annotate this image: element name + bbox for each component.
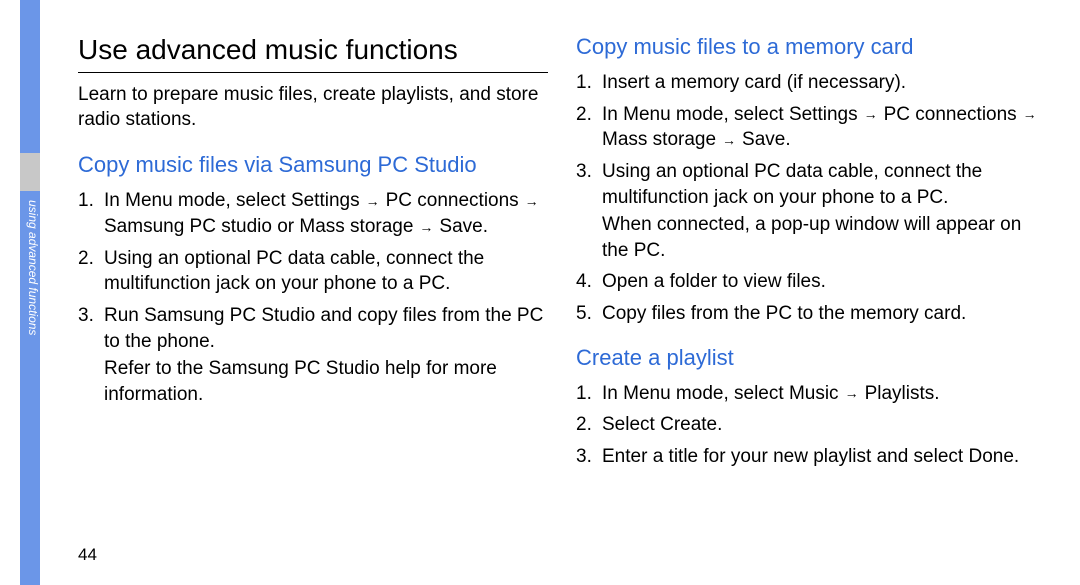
path-segment: PC connections: [386, 190, 519, 211]
path-segment: Settings: [789, 104, 858, 125]
list-text: In Menu mode, select: [602, 104, 789, 125]
intro-text: Learn to prepare music files, create pla…: [78, 83, 548, 132]
list-continue: Refer to the Samsung PC Studio help for …: [104, 356, 548, 407]
list-item: In Menu mode, select Music → Playlists.: [576, 381, 1046, 407]
list-item: Copy files from the PC to the memory car…: [576, 301, 1046, 327]
list-text: In Menu mode, select: [104, 190, 291, 211]
list-text: Select: [602, 414, 660, 435]
list-text: In Menu mode, select: [602, 383, 789, 404]
list-item: In Menu mode, select Settings → PC connect…: [576, 102, 1046, 153]
list-text: Insert a memory card (if necessary).: [602, 72, 906, 93]
list-item: Select Create.: [576, 412, 1046, 438]
path-segment: Save: [742, 129, 785, 150]
list-item: Using an optional PC data cable, connect…: [576, 159, 1046, 264]
path-segment: Done: [968, 446, 1013, 467]
sub-heading-playlist: Create a playlist: [576, 345, 1046, 371]
list-text: Copy files from the PC to the memory car…: [602, 303, 966, 324]
list-text: .: [934, 383, 939, 404]
list-item: Enter a title for your new playlist and …: [576, 444, 1046, 470]
list-text: Using an optional PC data cable, connect…: [602, 161, 982, 208]
arrow-icon: →: [845, 384, 859, 403]
sidebar-tab: [20, 153, 40, 191]
path-segment: Playlists: [865, 383, 935, 404]
arrow-icon: →: [722, 131, 736, 150]
left-column: Use advanced music functions Learn to pr…: [78, 34, 548, 476]
path-segment: Samsung PC studio: [104, 216, 272, 237]
list-text: Run Samsung PC Studio and copy files fro…: [104, 305, 543, 352]
list-text: .: [785, 129, 790, 150]
list-text: Using an optional PC data cable, connect…: [104, 248, 484, 295]
right-column: Copy music files to a memory card Insert…: [576, 34, 1046, 476]
sub-heading-memory-card: Copy music files to a memory card: [576, 34, 1046, 60]
path-segment: Mass storage: [299, 216, 413, 237]
arrow-icon: →: [366, 192, 380, 211]
arrow-icon: →: [864, 105, 878, 124]
path-segment: Settings: [291, 190, 360, 211]
path-segment: Music: [789, 383, 839, 404]
list-item: Using an optional PC data cable, connect…: [78, 246, 548, 297]
arrow-icon: →: [1023, 105, 1037, 124]
path-segment: Mass storage: [602, 129, 716, 150]
arrow-icon: →: [419, 218, 433, 237]
list-text: .: [1014, 446, 1019, 467]
memory-card-list: Insert a memory card (if necessary). In …: [576, 70, 1046, 327]
arrow-icon: →: [525, 192, 539, 211]
page-content: Use advanced music functions Learn to pr…: [78, 34, 1048, 476]
list-text: .: [717, 414, 722, 435]
list-text: Enter a title for your new playlist and …: [602, 446, 968, 467]
page-number: 44: [78, 545, 97, 565]
sub-heading-pc-studio: Copy music files via Samsung PC Studio: [78, 152, 548, 178]
list-continue: When connected, a pop-up window will app…: [602, 212, 1046, 263]
list-text: Open a folder to view files.: [602, 271, 826, 292]
pc-studio-list: In Menu mode, select Settings → PC connect…: [78, 188, 548, 407]
main-heading: Use advanced music functions: [78, 34, 548, 73]
path-segment: Create: [660, 414, 717, 435]
list-text: or: [272, 216, 299, 237]
playlist-list: In Menu mode, select Music → Playlists. Se…: [576, 381, 1046, 470]
list-item: Insert a memory card (if necessary).: [576, 70, 1046, 96]
list-item: In Menu mode, select Settings → PC connect…: [78, 188, 548, 239]
sidebar-label: using advanced functions: [22, 200, 40, 420]
list-item: Run Samsung PC Studio and copy files fro…: [78, 303, 548, 408]
path-segment: PC connections: [884, 104, 1017, 125]
list-item: Open a folder to view files.: [576, 269, 1046, 295]
path-segment: Save: [439, 216, 482, 237]
list-text: .: [483, 216, 488, 237]
